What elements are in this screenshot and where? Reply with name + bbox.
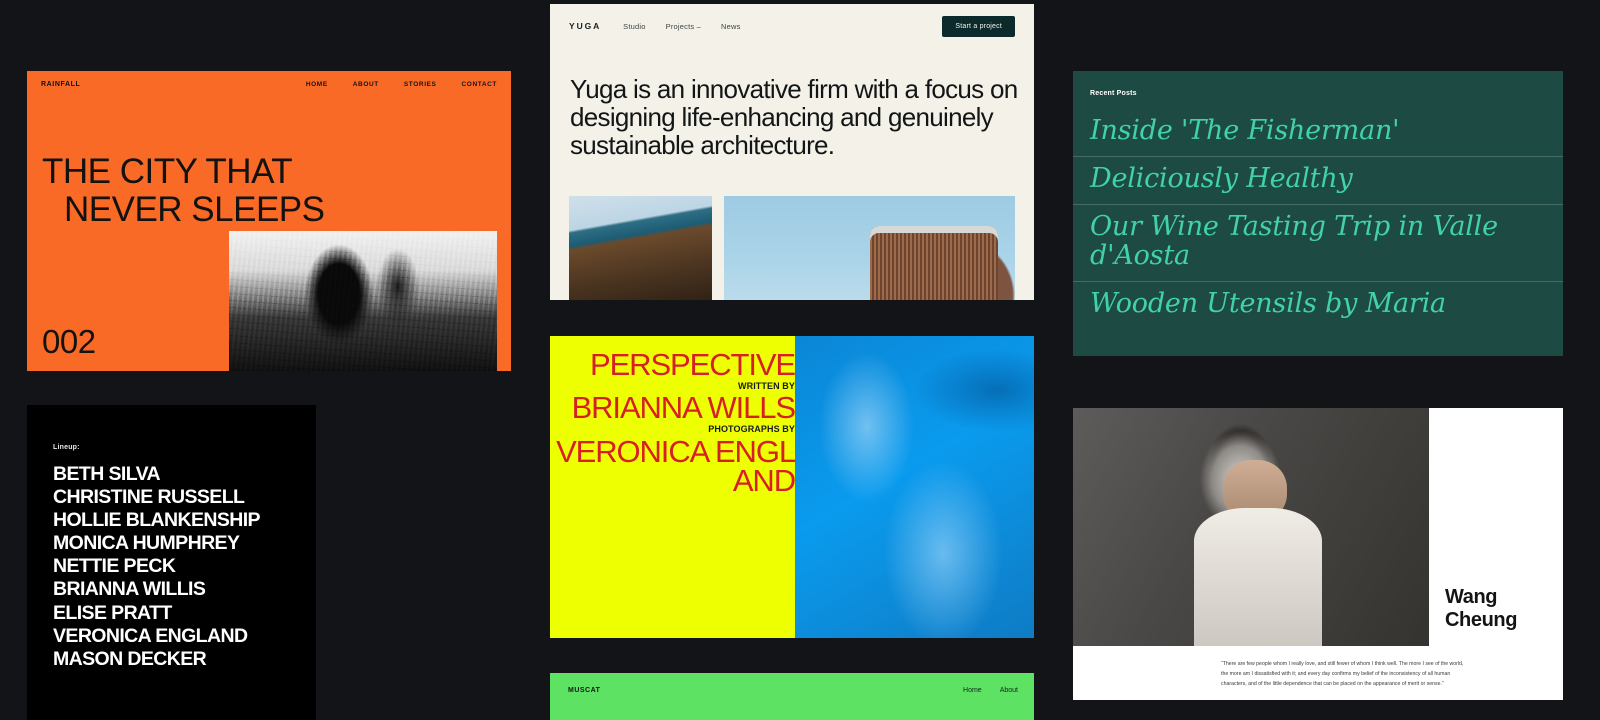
yuga-image-tower [724, 196, 1015, 300]
list-item: CHRISTINE RUSSELL [53, 486, 245, 509]
recent-posts-label: Recent Posts [1090, 90, 1137, 97]
yuga-nav: Studio Projects – News [623, 22, 740, 31]
rainfall-photo [229, 231, 497, 371]
list-item: MONICA HUMPHREY [53, 532, 240, 555]
list-item: NETTIE PECK [53, 555, 176, 578]
nav-item-projects[interactable]: Projects – [666, 22, 701, 31]
post-title: Wooden Utensils by Maria [1090, 287, 1446, 319]
list-item[interactable]: Deliciously Healthy [1073, 155, 1563, 204]
post-title: Inside 'The Fisherman' [1090, 115, 1400, 146]
nav-item-about[interactable]: ABOUT [353, 81, 379, 88]
card-muscat[interactable]: MUSCAT Home About [550, 673, 1034, 720]
perspective-author: BRIANNA WILLS [571, 390, 797, 426]
list-item: VERONICA ENGLAND [53, 624, 248, 647]
headline-line-1: THE CITY THAT [42, 152, 293, 191]
lineup-label: Lineup: [53, 444, 80, 451]
nav-item-home[interactable]: HOME [306, 81, 328, 88]
nav-item-stories[interactable]: STORIES [404, 81, 437, 88]
start-a-project-button[interactable]: Start a project [942, 15, 1015, 37]
recent-posts-list: Inside 'The Fisherman' Deliciously Healt… [1073, 109, 1563, 328]
perspective-text-block: PERSPECTIVE WRITTEN BY BRIANNA WILLS PHO… [550, 347, 797, 499]
lineup-names-list: BETH SILVA CHRISTINE RUSSELL HOLLIE BLAN… [53, 463, 306, 671]
portrait-face [1222, 460, 1287, 523]
nav-item-contact[interactable]: CONTACT [462, 81, 498, 88]
rainfall-issue-number: 002 [42, 323, 96, 360]
nav-item-studio[interactable]: Studio [623, 22, 645, 31]
card-lineup[interactable]: Lineup: BETH SILVA CHRISTINE RUSSELL HOL… [27, 405, 316, 720]
muscat-logo[interactable]: MUSCAT [568, 687, 600, 694]
wang-name: Wang Cheung [1445, 586, 1549, 631]
moodboard-canvas: RAINFALL HOME ABOUT STORIES CONTACT THE … [0, 0, 1600, 720]
list-item[interactable]: Wooden Utensils by Maria [1073, 280, 1563, 329]
card-wang-cheung[interactable]: Wang Cheung “There are few people whom I… [1073, 408, 1563, 700]
wang-portrait-photo [1073, 408, 1429, 646]
list-item[interactable]: Our Wine Tasting Trip in Valle d'Aosta [1073, 203, 1563, 281]
card-rainfall[interactable]: RAINFALL HOME ABOUT STORIES CONTACT THE … [27, 71, 511, 371]
yuga-logo[interactable]: YUGA [569, 21, 601, 31]
post-title: Our Wine Tasting Trip in Valle d'Aosta [1090, 210, 1498, 271]
perspective-photographer: VERONICA ENGLAND [556, 433, 796, 499]
card-perspective[interactable]: PERSPECTIVE WRITTEN BY BRIANNA WILLS PHO… [550, 336, 1034, 638]
perspective-photo [795, 336, 1034, 638]
wang-quote: “There are few people whom I really love… [1221, 661, 1464, 688]
list-item: BRIANNA WILLIS [53, 578, 206, 601]
rainfall-logo[interactable]: RAINFALL [41, 81, 80, 88]
list-item: HOLLIE BLANKENSHIP [53, 509, 261, 532]
nav-item-about[interactable]: About [1000, 687, 1018, 694]
headline-line-2: NEVER SLEEPS [64, 189, 325, 229]
yuga-headline: Yuga is an innovative firm with a focus … [570, 74, 1018, 160]
rainfall-topbar: RAINFALL HOME ABOUT STORIES CONTACT [27, 71, 511, 97]
yuga-image-grid [569, 196, 1015, 300]
name-line-2: Cheung [1445, 608, 1518, 631]
yuga-topbar: YUGA Studio Projects – News Start a proj… [550, 4, 1034, 48]
rainfall-nav: HOME ABOUT STORIES CONTACT [306, 81, 497, 88]
post-title: Deliciously Healthy [1090, 162, 1353, 194]
list-item: MASON DECKER [53, 647, 207, 670]
card-yuga[interactable]: YUGA Studio Projects – News Start a proj… [550, 4, 1034, 300]
yuga-image-museum [569, 196, 712, 300]
list-item: ELISE PRATT [53, 601, 172, 624]
name-line-1: Wang [1445, 586, 1498, 608]
muscat-nav: Home About [963, 687, 1018, 694]
list-item: BETH SILVA [53, 463, 161, 485]
perspective-title: PERSPECTIVE [590, 347, 796, 382]
nav-item-home[interactable]: Home [963, 687, 982, 694]
nav-item-news[interactable]: News [721, 22, 741, 31]
card-recent-posts[interactable]: Recent Posts Inside 'The Fisherman' Deli… [1073, 71, 1563, 356]
list-item[interactable]: Inside 'The Fisherman' [1073, 109, 1563, 156]
rainfall-headline: THE CITY THAT NEVER SLEEPS [42, 153, 482, 229]
